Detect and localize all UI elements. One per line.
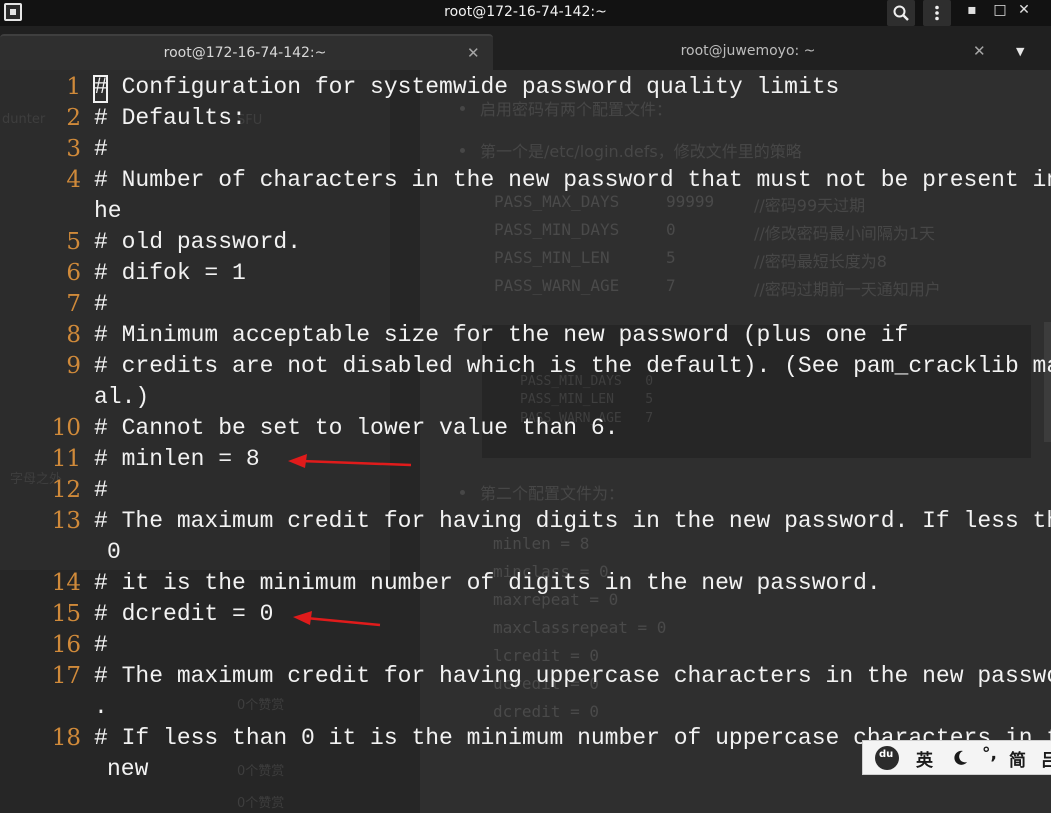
line-text: # Cannot be set to lower value than 6. <box>94 415 619 441</box>
tab-close-icon[interactable]: ✕ <box>973 42 986 60</box>
line-text: # minlen = 8 <box>94 446 260 472</box>
line-text-wrap: he <box>94 198 122 224</box>
annotation-arrow-dcredit <box>293 611 381 627</box>
editor-line: 16 # <box>0 630 1051 661</box>
line-number: 15 <box>51 601 81 627</box>
line-text-wrap: 0 <box>107 539 121 565</box>
menu-button[interactable] <box>923 0 951 26</box>
line-text: # The maximum credit for having digits i… <box>94 508 1051 534</box>
ime-charset-toggle[interactable]: 简 <box>1009 746 1026 771</box>
editor-content[interactable]: 1 # Configuration for systemwide password… <box>0 72 1051 785</box>
punctuation-icon[interactable]: °, <box>982 744 997 764</box>
title-bar: root@172-16-74-142:~ ▪ □ ✕ <box>0 0 1051 26</box>
editor-line-wrap: al.) <box>0 382 1051 413</box>
editor-line: 11 # minlen = 8 <box>0 444 1051 475</box>
line-number: 1 <box>66 74 81 100</box>
line-text: # it is the minimum number of digits in … <box>94 570 881 596</box>
kebab-menu-icon <box>935 5 939 21</box>
terminal-view[interactable]: dunter 字母之外 SFU 0个赞赏 0个赞赏 0个赞赏 启用密码有两个配置… <box>0 70 1051 813</box>
annotation-arrow-minlen <box>288 454 412 468</box>
editor-line: 6 # difok = 1 <box>0 258 1051 289</box>
line-number: 12 <box>51 477 81 503</box>
line-number: 10 <box>51 415 81 441</box>
ime-language-toggle[interactable]: 英 <box>916 746 933 771</box>
maximize-button[interactable]: □ <box>990 2 1010 18</box>
search-icon <box>893 5 909 21</box>
line-number: 17 <box>51 663 81 689</box>
line-text-wrap: al.) <box>94 384 150 410</box>
minimize-button[interactable]: ▪ <box>962 2 982 18</box>
line-text: # credits are not disabled which is the … <box>94 353 1051 379</box>
line-text: # Defaults: <box>94 105 246 131</box>
ime-toolbar[interactable]: 英 °, 简 吕 <box>862 740 1051 775</box>
tab-root-juwemoyo[interactable]: root@juwemoyo: ~ ✕ <box>500 34 1006 70</box>
line-number: 11 <box>51 446 81 472</box>
tab-root-172-16-74-142[interactable]: root@172-16-74-142:~ ✕ <box>0 34 493 70</box>
search-button[interactable] <box>887 0 915 26</box>
line-text-wrap: new <box>107 756 149 782</box>
line-text: # dcredit = 0 <box>94 601 274 627</box>
line-text: # Configuration for systemwide password … <box>94 74 840 100</box>
line-text: # difok = 1 <box>94 260 246 286</box>
editor-line: 5 # old password. <box>0 227 1051 258</box>
line-text: # The maximum credit for having uppercas… <box>94 663 1051 689</box>
line-text: # <box>94 477 108 503</box>
editor-line: 1 # Configuration for systemwide password… <box>0 72 1051 103</box>
editor-line: 17 # The maximum credit for having upperc… <box>0 661 1051 692</box>
line-number: 16 <box>51 632 81 658</box>
editor-line: 14 # it is the minimum number of digits i… <box>0 568 1051 599</box>
editor-line: 15 # dcredit = 0 <box>0 599 1051 630</box>
line-number: 4 <box>66 167 81 193</box>
line-text: # <box>94 136 108 162</box>
editor-line: 8 # Minimum acceptable size for the new p… <box>0 320 1051 351</box>
line-text: # <box>94 291 108 317</box>
editor-line: 9 # credits are not disabled which is the… <box>0 351 1051 382</box>
editor-line: 12 # <box>0 475 1051 506</box>
baidu-ime-logo-icon[interactable] <box>875 746 899 770</box>
line-text: # Number of characters in the new passwo… <box>94 167 1051 193</box>
editor-line: 3 # <box>0 134 1051 165</box>
line-text: # <box>94 632 108 658</box>
line-text-wrap: . <box>94 694 108 720</box>
line-text: # Minimum acceptable size for the new pa… <box>94 322 909 348</box>
line-text: # old password. <box>94 229 302 255</box>
editor-line: 13 # The maximum credit for having digits… <box>0 506 1051 537</box>
line-number: 3 <box>66 136 81 162</box>
line-number: 8 <box>66 322 81 348</box>
line-number: 18 <box>51 725 81 751</box>
line-number: 9 <box>66 353 81 379</box>
editor-line: 2 # Defaults: <box>0 103 1051 134</box>
tab-close-icon[interactable]: ✕ <box>467 44 480 62</box>
moon-icon[interactable] <box>951 749 969 767</box>
tab-bar: root@172-16-74-142:~ ✕ root@juwemoyo: ~ … <box>0 26 1051 70</box>
line-number: 2 <box>66 105 81 131</box>
line-number: 7 <box>66 291 81 317</box>
editor-line-wrap: 0 <box>0 537 1051 568</box>
editor-line: 7 # <box>0 289 1051 320</box>
editor-line-wrap: he <box>0 196 1051 227</box>
editor-line-wrap: . <box>0 692 1051 723</box>
tab-label: root@172-16-74-142:~ <box>163 45 327 61</box>
line-number: 14 <box>51 570 81 596</box>
line-number: 5 <box>66 229 81 255</box>
editor-line: 10 # Cannot be set to lower value than 6. <box>0 413 1051 444</box>
line-number: 13 <box>51 508 81 534</box>
line-number: 6 <box>66 260 81 286</box>
close-window-button[interactable]: ✕ <box>1014 2 1034 18</box>
tab-label: root@juwemoyo: ~ <box>680 43 816 59</box>
background-label: 0个赞赏 <box>237 796 285 811</box>
ime-skin-button[interactable]: 吕 <box>1041 746 1051 771</box>
tab-dropdown-icon[interactable]: ▼ <box>1016 45 1024 58</box>
editor-line: 4 # Number of characters in the new passw… <box>0 165 1051 196</box>
